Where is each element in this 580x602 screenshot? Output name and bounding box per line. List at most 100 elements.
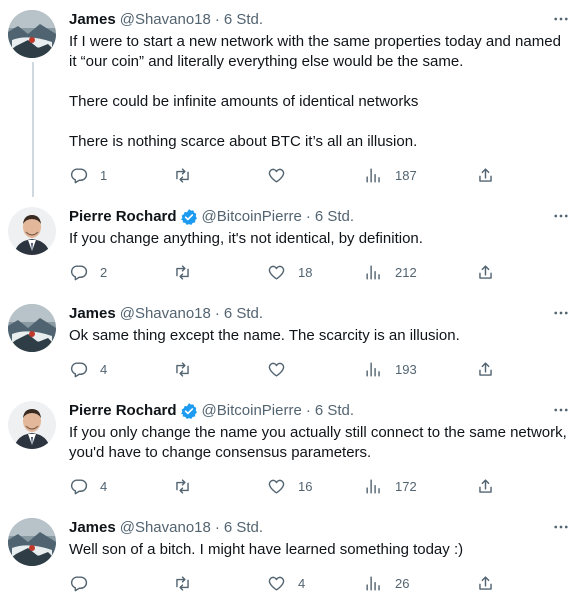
verified-badge-icon [180, 209, 197, 225]
like-button[interactable]: 16 [267, 477, 364, 496]
timestamp[interactable]: 6 Std. [224, 304, 263, 324]
separator: · [305, 208, 311, 225]
avatar[interactable] [8, 518, 56, 566]
timestamp[interactable]: 6 Std. [224, 518, 263, 538]
avatar[interactable] [8, 401, 56, 449]
avatar-column [8, 0, 58, 197]
author-name[interactable]: Pierre Rochard [69, 401, 177, 421]
heart-icon [268, 576, 285, 591]
avatar-column [8, 294, 58, 391]
author-name[interactable]: Pierre Rochard [69, 207, 177, 227]
author-handle[interactable]: @BitcoinPierre [202, 207, 302, 227]
retweet-button[interactable] [173, 263, 267, 282]
action-bar: 4 26 [69, 573, 568, 593]
views-icon [366, 575, 380, 591]
share-button[interactable] [476, 477, 506, 496]
retweet-button[interactable] [173, 477, 267, 496]
share-icon [479, 264, 492, 279]
avatar-column [8, 197, 58, 294]
tweet-text-line: Ok same thing except the name. The scarc… [69, 327, 460, 344]
reply-icon [70, 361, 88, 377]
reply-icon [70, 575, 88, 591]
avatar[interactable] [8, 10, 56, 58]
action-bar: 1 187 [69, 165, 568, 185]
retweet-icon [176, 361, 189, 377]
author-handle[interactable]: @Shavano18 [120, 10, 211, 30]
more-icon[interactable] [552, 207, 570, 225]
tweet-content: James @Shavano18 · 6 Std. Ok same thing … [58, 294, 580, 391]
separator: · [214, 11, 220, 28]
tweet[interactable]: Pierre Rochard @BitcoinPierre · 6 Std. I… [0, 391, 580, 508]
like-button[interactable] [267, 166, 364, 185]
views-icon [366, 167, 380, 183]
more-icon[interactable] [552, 10, 570, 28]
action-bar: 4 193 [69, 359, 568, 379]
reply-icon [70, 478, 88, 494]
reply-button[interactable]: 2 [69, 263, 173, 282]
tweet-text: Ok same thing except the name. The scarc… [69, 326, 568, 346]
author-name[interactable]: James [69, 304, 116, 324]
share-button[interactable] [476, 263, 506, 282]
timestamp[interactable]: 6 Std. [224, 10, 263, 30]
author-name[interactable]: James [69, 10, 116, 30]
timestamp[interactable]: 6 Std. [315, 401, 354, 421]
views-button[interactable]: 187 [364, 166, 476, 185]
retweet-button[interactable] [173, 574, 267, 593]
views-icon [366, 478, 380, 494]
avatar[interactable] [8, 304, 56, 352]
reply-count: 4 [100, 361, 108, 377]
avatar-column [8, 391, 58, 508]
author-handle[interactable]: @Shavano18 [120, 304, 211, 324]
like-button[interactable]: 4 [267, 574, 364, 593]
avatar[interactable] [8, 207, 56, 255]
tweet-text-line: There is nothing scarce about BTC it’s a… [69, 133, 418, 150]
views-button[interactable]: 26 [364, 574, 476, 593]
retweet-button[interactable] [173, 360, 267, 379]
retweet-button[interactable] [173, 166, 267, 185]
reply-button[interactable]: 4 [69, 360, 173, 379]
share-icon [479, 478, 492, 493]
like-button[interactable] [267, 360, 364, 379]
share-button[interactable] [476, 166, 506, 185]
heart-icon [268, 168, 285, 183]
tweet-header: James @Shavano18 · 6 Std. [69, 304, 568, 324]
share-icon [479, 167, 492, 182]
timestamp[interactable]: 6 Std. [315, 207, 354, 227]
tweet-content: Pierre Rochard @BitcoinPierre · 6 Std. I… [58, 391, 580, 508]
more-icon[interactable] [552, 518, 570, 536]
author-handle[interactable]: @BitcoinPierre [202, 401, 302, 421]
heart-icon [268, 265, 285, 280]
tweet[interactable]: Pierre Rochard @BitcoinPierre · 6 Std. I… [0, 197, 580, 294]
more-icon[interactable] [552, 304, 570, 322]
views-button[interactable]: 172 [364, 477, 476, 496]
tweet[interactable]: James @Shavano18 · 6 Std. If I were to s… [0, 0, 580, 197]
tweet-content: James @Shavano18 · 6 Std. If I were to s… [58, 0, 580, 197]
reply-icon [70, 264, 88, 280]
separator: · [305, 402, 311, 419]
like-count: 18 [298, 264, 313, 280]
separator: · [214, 519, 220, 536]
action-bar: 2 18 212 [69, 262, 568, 282]
retweet-icon [176, 478, 189, 494]
tweet[interactable]: James @Shavano18 · 6 Std. Well son of a … [0, 508, 580, 602]
share-button[interactable] [476, 360, 506, 379]
reply-button[interactable] [69, 574, 173, 593]
tweet[interactable]: James @Shavano18 · 6 Std. Ok same thing … [0, 294, 580, 391]
retweet-icon [176, 575, 189, 591]
reply-button[interactable]: 1 [69, 166, 173, 185]
reply-button[interactable]: 4 [69, 477, 173, 496]
more-icon[interactable] [552, 401, 570, 419]
separator: · [214, 305, 220, 322]
action-bar: 4 16 172 [69, 476, 568, 496]
like-button[interactable]: 18 [267, 263, 364, 282]
views-button[interactable]: 212 [364, 263, 476, 282]
author-name[interactable]: James [69, 518, 116, 538]
tweet-text-line: If I were to start a new network with th… [69, 33, 561, 70]
author-handle[interactable]: @Shavano18 [120, 518, 211, 538]
avatar-column [8, 508, 58, 602]
views-button[interactable]: 193 [364, 360, 476, 379]
thread-connector [32, 62, 34, 197]
tweet-text: If you only change the name you actually… [69, 423, 568, 463]
share-button[interactable] [476, 574, 506, 593]
share-icon [479, 361, 492, 376]
